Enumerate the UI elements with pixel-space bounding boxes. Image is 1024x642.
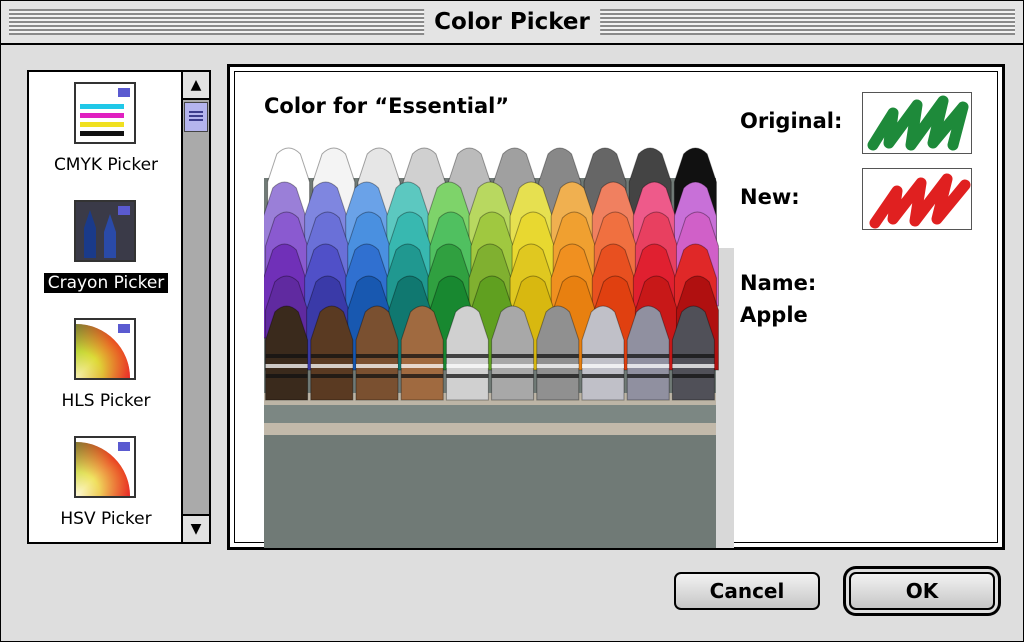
crayon[interactable] xyxy=(536,305,580,401)
picker-item-hls[interactable]: HLS Picker xyxy=(29,308,183,418)
cancel-button[interactable]: Cancel xyxy=(674,572,820,610)
new-swatch xyxy=(862,168,972,230)
crayon-icon xyxy=(74,200,136,262)
crayon[interactable] xyxy=(671,305,715,401)
picker-label: CMYK Picker xyxy=(53,155,159,175)
crayon[interactable] xyxy=(491,305,535,401)
picker-item-crayon[interactable]: Crayon Picker xyxy=(29,190,183,300)
original-swatch xyxy=(862,92,972,154)
hls-wheel-icon xyxy=(74,318,136,380)
crayon[interactable] xyxy=(445,305,489,401)
picker-label: HLS Picker xyxy=(61,391,151,411)
picker-list-scrollbar[interactable]: ▲ ▼ xyxy=(181,72,209,542)
color-for-heading: Color for “Essential” xyxy=(264,94,510,118)
crayon-box[interactable] xyxy=(263,138,734,548)
cmyk-icon xyxy=(74,82,136,144)
crayon-panel: Color for “Essential” Original: New: Nam… xyxy=(227,64,1005,550)
crayon[interactable] xyxy=(626,305,670,401)
window-title: Color Picker xyxy=(424,5,600,39)
picker-list: CMYK Picker Crayon Picker HLS Picker HSV… xyxy=(27,70,211,544)
title-bar[interactable]: Color Picker xyxy=(1,1,1023,45)
crayon[interactable] xyxy=(581,305,625,401)
hsv-wheel-icon xyxy=(74,436,136,498)
new-label: New: xyxy=(740,185,800,209)
scroll-up-arrow-icon[interactable]: ▲ xyxy=(183,72,209,100)
ok-button[interactable]: OK xyxy=(849,572,995,610)
crayon[interactable] xyxy=(265,305,309,401)
crayon[interactable] xyxy=(400,305,444,401)
crayon-box-drawing[interactable] xyxy=(263,138,734,548)
color-name-value: Apple xyxy=(740,303,808,327)
name-label: Name: xyxy=(740,271,817,295)
scroll-thumb[interactable] xyxy=(184,102,208,132)
color-picker-window: Color Picker CMYK Picker Crayon Picker H… xyxy=(0,0,1024,642)
picker-item-hsv[interactable]: HSV Picker xyxy=(29,426,183,536)
picker-label: HSV Picker xyxy=(60,509,152,529)
scroll-down-arrow-icon[interactable]: ▼ xyxy=(183,514,209,542)
crayon[interactable] xyxy=(355,305,399,401)
crayon[interactable] xyxy=(310,305,354,401)
picker-item-cmyk[interactable]: CMYK Picker xyxy=(29,72,183,182)
picker-label: Crayon Picker xyxy=(43,273,169,293)
original-label: Original: xyxy=(740,109,843,133)
